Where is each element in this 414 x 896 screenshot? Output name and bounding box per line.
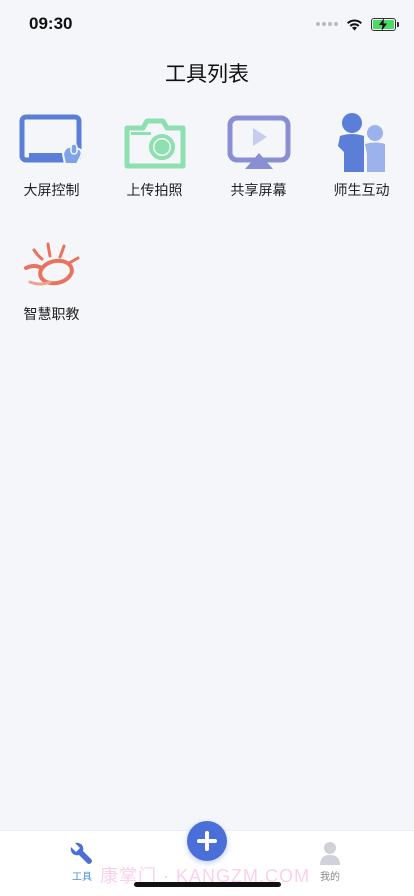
status-bar: 09:30 xyxy=(0,0,414,48)
tab-mine-label: 我的 xyxy=(320,872,340,883)
tool-label: 大屏控制 xyxy=(23,182,80,198)
smart-vocational-logo-icon xyxy=(23,242,79,286)
tool-screen-control[interactable]: 大屏控制 xyxy=(0,112,103,222)
screen-share-icon xyxy=(227,115,290,169)
camera-icon xyxy=(124,118,185,169)
teacher-student-icon xyxy=(337,113,385,172)
signal-icon xyxy=(316,22,338,26)
wrench-icon xyxy=(70,842,92,864)
home-indicator xyxy=(134,882,281,887)
tool-label: 师生互动 xyxy=(333,182,390,198)
page-title: 工具列表 xyxy=(165,63,249,86)
tool-label: 上传拍照 xyxy=(126,182,183,198)
add-button[interactable] xyxy=(187,821,227,861)
tool-share-screen[interactable]: 共享屏幕 xyxy=(207,112,310,222)
tool-upload-photo[interactable]: 上传拍照 xyxy=(103,112,206,222)
plus-icon xyxy=(197,831,217,851)
tool-teacher-student-interaction[interactable]: 师生互动 xyxy=(310,112,413,222)
tab-tools-label: 工具 xyxy=(72,872,92,883)
battery-icon xyxy=(371,17,399,31)
status-time: 09:30 xyxy=(29,14,73,33)
wifi-icon xyxy=(347,18,362,30)
tool-label: 智慧职教 xyxy=(23,306,80,322)
user-icon xyxy=(320,842,340,865)
tool-smart-vocational-education[interactable]: 智慧职教 xyxy=(0,236,103,346)
status-icons xyxy=(316,16,399,32)
tool-label: 共享屏幕 xyxy=(230,182,287,198)
screen-control-icon xyxy=(19,114,83,165)
